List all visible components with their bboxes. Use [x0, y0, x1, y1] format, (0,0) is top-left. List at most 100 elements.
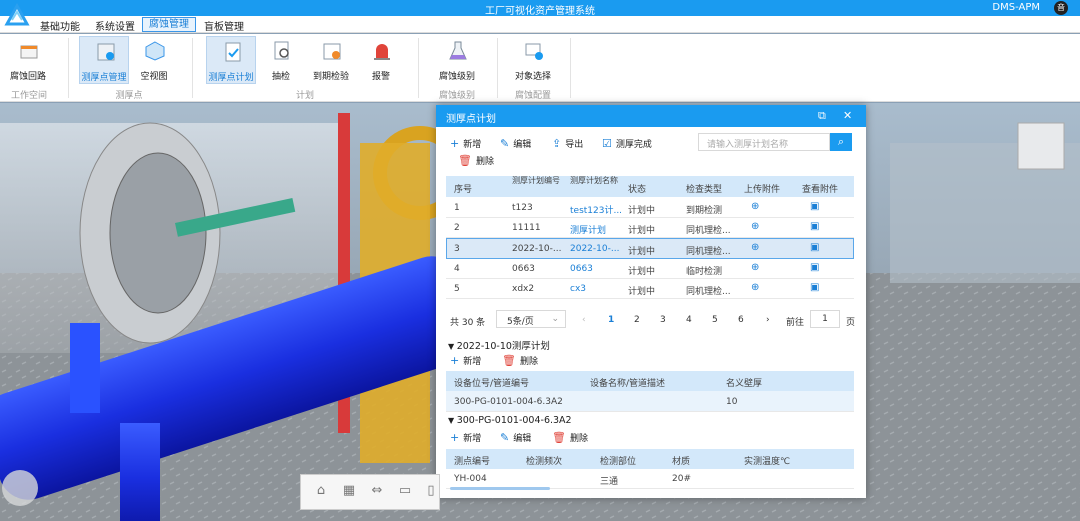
app-root: 工厂可视化资产管理系统 DMS-APM 音 基础功能 系统设置 腐蚀管理 盲板管… — [0, 0, 1080, 521]
thickness-plan-panel: 测厚点计划 ⧉ ✕ + 新增 ✎ 编辑 ⇪ 导出 ☑ 测厚完成 🗑 删除 请输入测厚计划名… — [436, 105, 866, 498]
page-2[interactable]: 2 — [634, 315, 640, 325]
object-select-icon — [525, 43, 543, 60]
search-input[interactable]: 请输入测厚计划名称 — [698, 133, 830, 151]
menu-corrosion-management[interactable]: 腐蚀管理 — [142, 17, 196, 32]
calendar-icon — [323, 43, 341, 60]
view-attachment-icon[interactable]: ▣ — [810, 262, 819, 273]
next-page-icon[interactable]: › — [766, 315, 770, 325]
group-thickness-point: 测厚点 — [115, 91, 143, 101]
scene-bottom-toolbar: ⌂ ▦ ⇔ ▭ ▯ — [300, 474, 440, 510]
table-row[interactable]: 2 11111 测厚计划 计划中 同机理检... ⊕ ▣ — [446, 218, 854, 238]
section1-delete-button[interactable]: 🗑 删除 — [502, 354, 538, 367]
export-button[interactable]: ⇪ 导出 — [552, 137, 583, 150]
upload-icon[interactable]: ⊕ — [751, 221, 759, 232]
page-size-select[interactable]: 5条/页 ⌄ — [496, 310, 566, 328]
sampling-button[interactable]: 抽检 — [256, 36, 306, 84]
alarm-button[interactable]: 报警 — [356, 36, 406, 84]
upload-icon[interactable]: ⊕ — [751, 282, 759, 293]
empty-view-label: 空视图 — [140, 72, 168, 82]
export-icon: ⇪ — [552, 137, 562, 150]
col-view: 查看附件 — [802, 185, 839, 195]
upload-icon[interactable]: ⊕ — [751, 201, 759, 212]
corrosion-loop-button[interactable]: 腐蚀回路 — [3, 36, 53, 84]
section2-edit-button[interactable]: ✎ 编辑 — [500, 431, 531, 444]
page-1[interactable]: 1 — [608, 315, 614, 325]
page-5[interactable]: 5 — [712, 315, 718, 325]
plan-name-link[interactable]: 2022-10-... — [570, 244, 622, 254]
prev-page-icon[interactable]: ‹ — [582, 315, 586, 325]
popout-icon[interactable]: ⧉ — [818, 109, 826, 123]
col-plan-code: 测厚计划编号 — [512, 176, 560, 185]
view-attachment-icon[interactable]: ▣ — [810, 282, 819, 293]
page-4[interactable]: 4 — [686, 315, 692, 325]
corrosion-level-button[interactable]: 腐蚀级别 — [432, 36, 482, 84]
panel-title: 测厚点计划 — [446, 114, 496, 125]
menu-blind-plate-management[interactable]: 盲板管理 — [204, 18, 244, 33]
group-corrosion-config: 腐蚀配置 — [514, 91, 551, 101]
table-row[interactable]: YH-004 三通 20# — [446, 469, 854, 489]
upload-icon[interactable]: ⊕ — [751, 262, 759, 273]
measure-icon[interactable]: ⇔ — [369, 483, 385, 499]
menu-basic[interactable]: 基础功能 — [40, 18, 80, 33]
plan-table: 序号 测厚计划编号 测厚计划名称 状态 检查类型 上传附件 查看附件 1 t12… — [446, 176, 854, 300]
goto-page-input[interactable]: 1 — [810, 310, 840, 328]
view-attachment-icon[interactable]: ▣ — [810, 221, 819, 232]
sampling-icon — [274, 41, 289, 60]
section1-add-button[interactable]: + 新增 — [450, 354, 481, 367]
table-row-selected[interactable]: 3 2022-10-... 2022-10-... 计划中 同机理检... ⊕ … — [446, 238, 854, 259]
pencil-icon: ✎ — [500, 431, 510, 444]
thickness-done-button[interactable]: ☑ 测厚完成 — [602, 137, 652, 150]
home-icon[interactable]: ⌂ — [313, 483, 329, 499]
search-icon[interactable]: ⌕ — [830, 133, 852, 151]
cube-view-icon — [145, 41, 165, 61]
horizontal-scrollbar[interactable] — [450, 487, 550, 490]
plan-name-link[interactable]: cx3 — [570, 284, 622, 294]
thickness-plan-button[interactable]: 测厚点计划 — [206, 36, 256, 84]
section2-add-button[interactable]: + 新增 — [450, 431, 481, 444]
plan-name-link[interactable]: 0663 — [570, 264, 622, 274]
close-icon[interactable]: ✕ — [843, 109, 852, 122]
table-row[interactable]: 300-PG-0101-004-6.3A2 10 — [446, 391, 854, 412]
empty-view-button[interactable]: 空视图 — [129, 36, 179, 84]
section-plan-detail-title[interactable]: ▼ 2022-10-10测厚计划 — [448, 338, 550, 352]
edit-button[interactable]: ✎ 编辑 — [500, 137, 531, 150]
check-doc-icon: ☑ — [602, 137, 612, 150]
trash-icon: 🗑 — [502, 354, 516, 367]
col-no: 序号 — [454, 185, 473, 195]
corrosion-loop-label: 腐蚀回路 — [9, 72, 46, 82]
page-3[interactable]: 3 — [660, 315, 666, 325]
group-corrosion-level: 腐蚀级别 — [438, 91, 475, 101]
object-select-button[interactable]: 对象选择 — [508, 36, 558, 84]
point-table: 测点编号 检测频次 检测部位 材质 实测温度℃ YH-004 三通 20# — [446, 449, 854, 490]
equipment-table: 设备位号/管道编号 设备名称/管道描述 名义壁厚 300-PG-0101-004… — [446, 371, 854, 413]
table-row[interactable]: 1 t123 test123计... 计划中 到期检测 ⊕ ▣ — [446, 198, 854, 218]
add-button[interactable]: + 新增 — [450, 137, 481, 150]
section-pipe-detail-title[interactable]: ▼ 300-PG-0101-004-6.3A2 — [448, 415, 572, 426]
window-icon[interactable]: ▭ — [397, 483, 413, 499]
table-row[interactable]: 4 0663 0663 计划中 临时检测 ⊕ ▣ — [446, 259, 854, 279]
user-name[interactable]: DMS-APM — [992, 2, 1040, 13]
page-6[interactable]: 6 — [738, 315, 744, 325]
doc-icon[interactable]: ▯ — [423, 483, 439, 499]
delete-button[interactable]: 🗑 删除 — [458, 154, 494, 167]
page-unit-label: 页 — [846, 318, 856, 328]
table-row[interactable]: 5 xdx2 cx3 计划中 同机理检... ⊕ ▣ — [446, 279, 854, 299]
app-title: 工厂可视化资产管理系统 — [485, 6, 595, 17]
alarm-label: 报警 — [371, 72, 390, 82]
corrosion-level-label: 腐蚀级别 — [438, 72, 475, 82]
menu-system-settings[interactable]: 系统设置 — [95, 18, 135, 33]
table-header: 设备位号/管道编号 设备名称/管道描述 名义壁厚 — [446, 371, 854, 391]
view-attachment-icon[interactable]: ▣ — [810, 201, 819, 212]
avatar[interactable]: 音 — [1054, 1, 1068, 15]
view-attachment-icon[interactable]: ▣ — [810, 242, 819, 253]
due-inspection-button[interactable]: 到期检验 — [306, 36, 356, 84]
group-plan: 计划 — [295, 91, 314, 101]
plan-name-link[interactable]: test123计... — [570, 203, 622, 216]
grid-icon[interactable]: ▦ — [341, 483, 357, 499]
upload-icon[interactable]: ⊕ — [751, 242, 759, 253]
section2-delete-button[interactable]: 🗑 删除 — [552, 431, 588, 444]
plan-name-link[interactable]: 测厚计划 — [570, 223, 622, 236]
corrosion-loop-icon — [20, 45, 38, 59]
pencil-icon: ✎ — [500, 137, 510, 150]
thickness-point-management-button[interactable]: 测厚点管理 — [79, 36, 129, 84]
